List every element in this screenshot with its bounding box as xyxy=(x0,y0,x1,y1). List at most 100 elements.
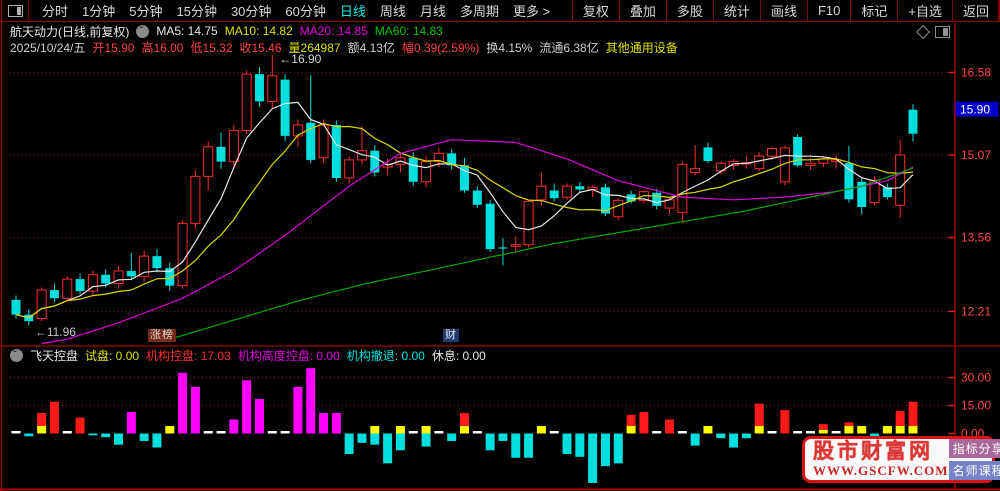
bar-cyan-retreat xyxy=(729,433,739,448)
bar-white-zero xyxy=(408,431,418,434)
bar-cyan-retreat xyxy=(741,433,751,439)
indicator-value-2: 机构高度控盘: 0.00 xyxy=(237,348,340,363)
candle-up xyxy=(228,129,239,163)
indicator-value-0: 试盘: 0.00 xyxy=(85,348,140,363)
low-annotation: ←11.96 xyxy=(35,325,76,339)
high-annotation: ←16.90 xyxy=(279,52,321,66)
candle-down xyxy=(908,109,918,134)
bar-white-zero xyxy=(11,431,21,434)
collapse-chevron-icon[interactable] xyxy=(10,348,23,362)
candle-up xyxy=(344,159,355,179)
candle-down xyxy=(49,290,59,299)
bar-yellow-test xyxy=(626,426,636,434)
bar-yellow-test xyxy=(421,426,431,434)
bar-yellow-test xyxy=(703,426,713,434)
bar-white-zero xyxy=(767,431,777,434)
bar-cyan-retreat xyxy=(383,433,393,464)
candle-down xyxy=(703,147,713,162)
indicator-value-3: 机构撤退: 0.00 xyxy=(346,348,425,363)
bar-cyan-retreat xyxy=(447,433,457,441)
candle-up xyxy=(36,289,47,319)
candle-up xyxy=(267,75,278,102)
bar-cyan-retreat xyxy=(101,433,111,438)
bar-white-zero xyxy=(216,431,226,434)
candle-down xyxy=(216,146,226,162)
indicator-values: 试盘: 0.00 机构控盘: 17.03 机构高度控盘: 0.00 机构撤退: 0.0… xyxy=(85,347,493,364)
bar-red-institutional xyxy=(75,417,85,434)
chart-canvas[interactable]: 16.58 15.07 13.56 12.21 ←16.90 ←11.96 15.90 30.… xyxy=(0,0,1000,491)
panel-y-axis-label: 30.00 xyxy=(961,370,991,384)
bar-yellow-test xyxy=(37,426,47,434)
candle-down xyxy=(472,190,482,205)
bar-cyan-retreat xyxy=(370,433,380,445)
bar-white-zero xyxy=(677,431,687,434)
bar-magenta-high-control xyxy=(254,398,264,434)
stock-app-window: 分时 1分钟 5分钟 15分钟 30分钟 60分钟 日线 周线 月线 多周期 更多 > 复权 叠加 多股… xyxy=(0,0,1000,491)
candle-up xyxy=(241,73,252,131)
bar-cyan-retreat xyxy=(562,433,572,455)
candle-up xyxy=(613,199,624,218)
candle-down xyxy=(254,74,264,102)
bar-white-zero xyxy=(805,431,815,434)
candle-down xyxy=(75,279,85,292)
bar-yellow-test xyxy=(857,426,867,434)
bar-cyan-retreat xyxy=(395,433,405,451)
candle-up xyxy=(177,222,188,287)
bar-cyan-retreat xyxy=(575,433,585,457)
bar-yellow-test xyxy=(754,426,764,434)
bar-cyan-retreat xyxy=(421,433,431,447)
bar-white-zero xyxy=(203,431,213,434)
bar-red-institutional xyxy=(895,411,905,427)
candle-down xyxy=(280,79,290,136)
bar-cyan-retreat xyxy=(88,433,98,436)
candle-up xyxy=(292,124,303,137)
bar-magenta-high-control xyxy=(126,412,136,434)
bar-red-institutional xyxy=(665,419,675,434)
candle-down xyxy=(549,190,559,199)
candle-up xyxy=(510,244,521,247)
bar-magenta-high-control xyxy=(178,372,188,434)
bar-cyan-retreat xyxy=(690,433,700,446)
bar-magenta-high-control xyxy=(319,412,329,434)
candle-down xyxy=(485,203,495,250)
candle-up xyxy=(677,163,688,213)
candle-down xyxy=(408,157,418,182)
candle-down xyxy=(11,299,21,315)
y-axis-label: 15.07 xyxy=(961,148,991,162)
candle-down xyxy=(331,124,341,178)
candle-up xyxy=(562,185,573,198)
bar-cyan-retreat xyxy=(613,433,623,464)
bar-cyan-retreat xyxy=(344,433,354,455)
bar-yellow-test xyxy=(908,426,918,434)
ma-line-MA5 xyxy=(15,101,914,319)
bar-white-zero xyxy=(652,431,662,434)
rank-badge[interactable]: 涨榜 xyxy=(148,329,176,342)
bar-red-institutional xyxy=(37,412,47,427)
bar-white-zero xyxy=(267,431,277,434)
candle-down xyxy=(575,186,585,190)
bar-cyan-retreat xyxy=(716,433,726,439)
indicator-value-1: 机构控盘: 17.03 xyxy=(146,348,231,363)
bar-red-institutional xyxy=(626,414,636,427)
candle-down xyxy=(498,247,508,249)
candle-up xyxy=(536,185,547,201)
bar-yellow-test xyxy=(536,426,546,434)
bar-cyan-retreat xyxy=(114,433,124,445)
bar-yellow-test xyxy=(882,426,892,434)
candle-up xyxy=(190,175,201,224)
bar-white-zero xyxy=(793,431,803,434)
bar-red-institutional xyxy=(908,401,918,427)
indicator-value-4: 休息: 0.00 xyxy=(431,348,486,363)
candle-down xyxy=(126,270,136,277)
watermark-text: 股市财富网 WWW.GSCFW.COM xyxy=(813,441,949,479)
bar-white-zero xyxy=(280,431,290,434)
bar-white-zero xyxy=(62,431,72,434)
bar-red-institutional xyxy=(754,403,764,427)
bar-red-institutional xyxy=(844,422,854,427)
cai-badge[interactable]: 财 xyxy=(443,329,459,342)
bar-red-institutional xyxy=(460,412,469,427)
bar-magenta-high-control xyxy=(242,380,252,434)
watermark-badge-0: 指标分享 xyxy=(948,439,1000,458)
bar-cyan-retreat xyxy=(588,433,598,483)
y-axis-label: 12.21 xyxy=(961,304,991,318)
